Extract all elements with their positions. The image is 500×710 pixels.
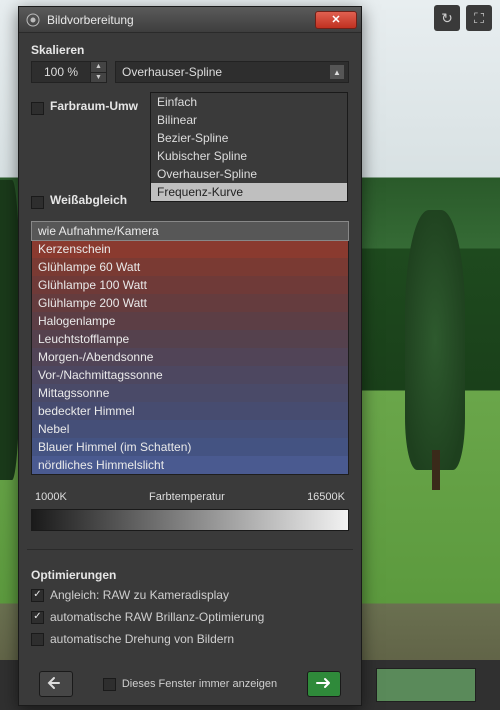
proceed-button[interactable] bbox=[307, 671, 341, 697]
color-temp-block: 1000K Farbtemperatur 16500K bbox=[31, 491, 349, 531]
main-toolbar: ↻ ⛶ bbox=[434, 4, 492, 32]
temp-max-label: 16500K bbox=[307, 491, 345, 503]
scale-spinner[interactable]: 100 % ▲ ▼ bbox=[31, 61, 107, 83]
image-prep-dialog: Bildvorbereitung ✕ Skalieren 100 % ▲ ▼ O… bbox=[18, 6, 362, 706]
optimization-checkbox[interactable] bbox=[31, 633, 44, 646]
temp-min-label: 1000K bbox=[35, 491, 67, 503]
always-show-label: Dieses Fenster immer anzeigen bbox=[122, 678, 277, 690]
chevron-up-icon: ▲ bbox=[330, 65, 344, 79]
arrow-right-icon bbox=[315, 677, 333, 692]
bottom-action-button[interactable] bbox=[376, 668, 476, 702]
bg-tree bbox=[405, 210, 465, 470]
interpolation-option[interactable]: Overhauser-Spline bbox=[151, 165, 347, 183]
whitebalance-item[interactable]: Nebel bbox=[32, 420, 348, 438]
whitebalance-item[interactable]: Vor-/Nachmittagssonne bbox=[32, 366, 348, 384]
interpolation-option[interactable]: Kubischer Spline bbox=[151, 147, 347, 165]
whitebalance-item[interactable]: Glühlampe 100 Watt bbox=[32, 276, 348, 294]
interpolation-option[interactable]: Frequenz-Kurve bbox=[151, 183, 347, 201]
scale-value: 100 % bbox=[32, 65, 90, 79]
optimization-row: automatische Drehung von Bildern bbox=[31, 632, 349, 646]
section-skalieren: Skalieren 100 % ▲ ▼ Overhauser-Spline ▲ bbox=[31, 43, 349, 83]
whitebalance-item[interactable]: wie Aufnahme/Kamera bbox=[32, 222, 348, 240]
temp-center-label: Farbtemperatur bbox=[149, 491, 225, 503]
heading-weissabgleich: Weißabgleich bbox=[50, 193, 127, 207]
undo-icon bbox=[47, 676, 65, 693]
interpolation-option[interactable]: Bilinear bbox=[151, 111, 347, 129]
interpolation-option[interactable]: Einfach bbox=[151, 93, 347, 111]
whitebalance-item[interactable]: Kerzenschein bbox=[32, 240, 348, 258]
spinner-down-icon[interactable]: ▼ bbox=[91, 72, 106, 82]
heading-optimierungen: Optimierungen bbox=[31, 568, 349, 582]
app-icon bbox=[25, 12, 41, 28]
heading-skalieren: Skalieren bbox=[31, 43, 349, 57]
interpolation-combo-value: Overhauser-Spline bbox=[122, 65, 222, 79]
section-optimierungen: Optimierungen Angleich: RAW zu Kameradis… bbox=[31, 568, 349, 646]
whitebalance-item[interactable]: nördliches Himmelslicht bbox=[32, 456, 348, 474]
bg-tree bbox=[0, 180, 20, 480]
whitebalance-item[interactable]: Leuchtstofflampe bbox=[32, 330, 348, 348]
optimization-checkbox[interactable] bbox=[31, 611, 44, 624]
whitebalance-item[interactable]: Blauer Himmel (im Schatten) bbox=[32, 438, 348, 456]
close-icon: ✕ bbox=[331, 13, 340, 26]
titlebar[interactable]: Bildvorbereitung ✕ bbox=[19, 7, 361, 33]
refresh-icon[interactable]: ↻ bbox=[434, 5, 460, 31]
divider bbox=[27, 549, 353, 550]
optimization-label: Angleich: RAW zu Kameradisplay bbox=[50, 588, 229, 602]
interpolation-combo[interactable]: Overhauser-Spline ▲ bbox=[115, 61, 349, 83]
close-button[interactable]: ✕ bbox=[315, 11, 357, 29]
dialog-footer: Dieses Fenster immer anzeigen bbox=[31, 667, 349, 697]
color-temp-slider[interactable] bbox=[31, 509, 349, 531]
heading-farbraum: Farbraum-Umw bbox=[50, 99, 138, 113]
whitebalance-item[interactable]: Morgen-/Abendsonne bbox=[32, 348, 348, 366]
optimization-label: automatische RAW Brillanz-Optimierung bbox=[50, 610, 264, 624]
optimization-row: Angleich: RAW zu Kameradisplay bbox=[31, 588, 349, 602]
whitebalance-item[interactable]: Glühlampe 200 Watt bbox=[32, 294, 348, 312]
optimization-checkbox[interactable] bbox=[31, 589, 44, 602]
whitebalance-list: wie Aufnahme/KameraKerzenscheinGlühlampe… bbox=[31, 221, 349, 475]
optimization-label: automatische Drehung von Bildern bbox=[50, 632, 234, 646]
always-show-checkbox[interactable] bbox=[103, 678, 116, 691]
whitebalance-item[interactable]: Mittagssonne bbox=[32, 384, 348, 402]
weissabgleich-checkbox[interactable] bbox=[31, 196, 44, 209]
interpolation-dropdown: EinfachBilinearBezier-SplineKubischer Sp… bbox=[150, 92, 348, 202]
undo-button[interactable] bbox=[39, 671, 73, 697]
farbraum-checkbox[interactable] bbox=[31, 102, 44, 115]
whitebalance-item[interactable]: bedeckter Himmel bbox=[32, 402, 348, 420]
optimization-row: automatische RAW Brillanz-Optimierung bbox=[31, 610, 349, 624]
whitebalance-item[interactable]: Halogenlampe bbox=[32, 312, 348, 330]
whitebalance-item[interactable]: Glühlampe 60 Watt bbox=[32, 258, 348, 276]
fullscreen-icon[interactable]: ⛶ bbox=[466, 5, 492, 31]
interpolation-option[interactable]: Bezier-Spline bbox=[151, 129, 347, 147]
spinner-up-icon[interactable]: ▲ bbox=[91, 62, 106, 72]
window-title: Bildvorbereitung bbox=[47, 13, 315, 27]
